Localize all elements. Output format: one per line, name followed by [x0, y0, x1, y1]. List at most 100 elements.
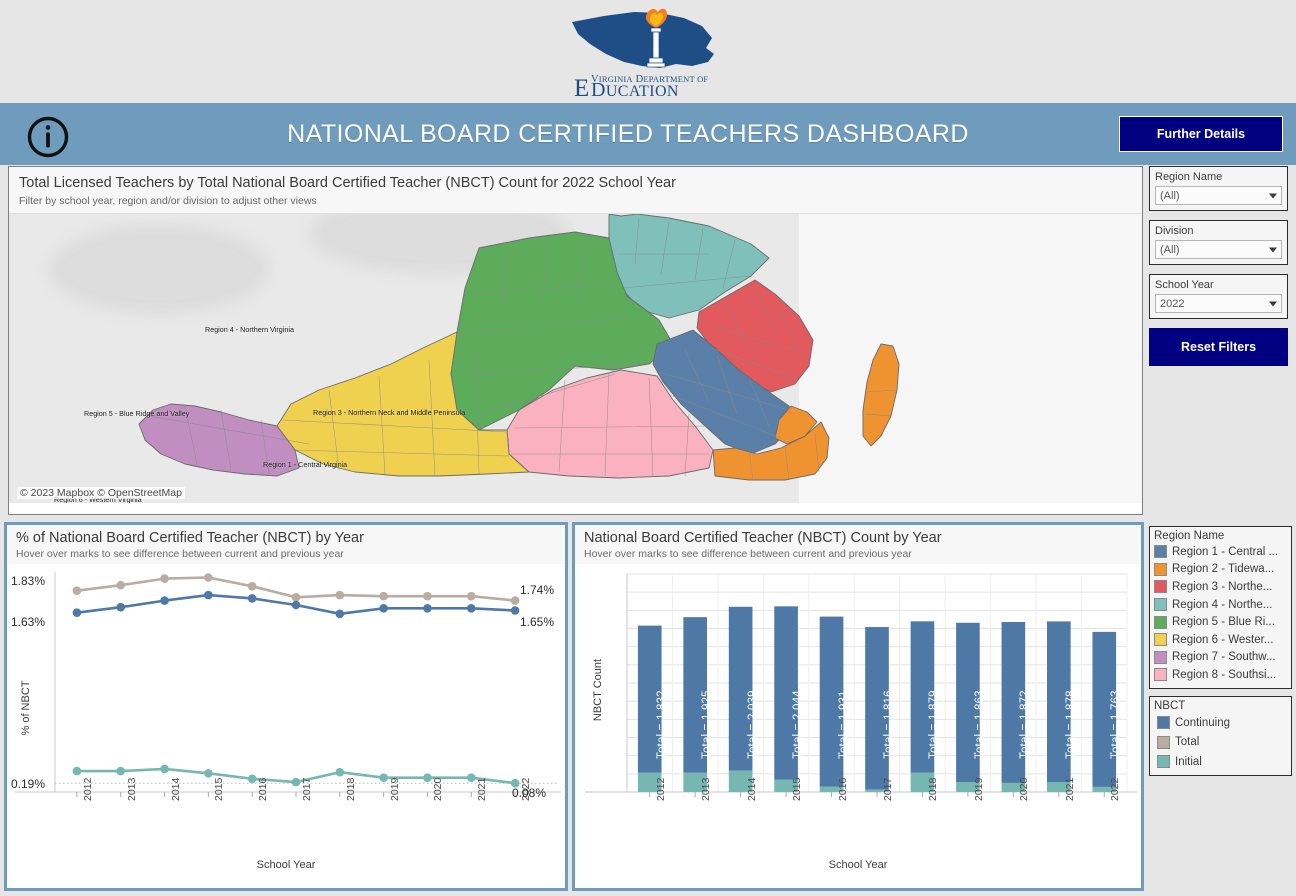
line-data-point[interactable]	[466, 773, 476, 782]
x-tick-label: 2019	[388, 777, 401, 801]
line-data-point[interactable]	[510, 606, 520, 615]
line-data-point[interactable]	[72, 766, 82, 776]
legend-item[interactable]: Total	[1154, 732, 1287, 752]
legend-item[interactable]: Region 3 - Northe...	[1154, 578, 1287, 596]
vdoe-logo-svg: E VIRGINIA DEPARTMENT OF DUCATION	[572, 8, 714, 102]
legend-item-label: Region 4 - Northe...	[1172, 598, 1273, 611]
legend-color-swatch	[1154, 633, 1167, 647]
virginia-region-map[interactable]: Region 4 - Northern Virginia Region 5 - …	[9, 212, 1142, 503]
legend-color-swatch	[1154, 598, 1167, 612]
page-title: NATIONAL BOARD CERTIFIED TEACHERS DASHBO…	[287, 119, 969, 148]
legend-item[interactable]: Region 5 - Blue Ri...	[1154, 613, 1287, 631]
line-data-point[interactable]	[204, 590, 213, 600]
x-tick-label: 2012	[654, 777, 667, 801]
x-tick-label: 2020	[1018, 777, 1031, 801]
line-data-point[interactable]	[291, 593, 301, 602]
line-data-point[interactable]	[379, 604, 388, 613]
line-data-point[interactable]	[72, 608, 82, 617]
line-data-point[interactable]	[379, 773, 388, 782]
legend-item[interactable]: Region 7 - Southw...	[1154, 649, 1287, 667]
line-data-point[interactable]	[335, 767, 345, 777]
map-attribution: © 2023 Mapbox © OpenStreetMap	[17, 486, 185, 499]
line-data-point[interactable]	[116, 602, 126, 612]
line-data-point[interactable]	[291, 600, 301, 610]
line-chart-plot[interactable]: 2012 2013 2014 2015 2016 2017 2018 2019 2020 2021…	[7, 564, 565, 884]
legend-item[interactable]: Region 2 - Tidewa...	[1154, 561, 1287, 579]
line-chart-title: % of National Board Certified Teacher (N…	[16, 530, 364, 546]
x-tick-label: 2014	[745, 777, 758, 801]
line-data-point[interactable]	[379, 591, 388, 601]
bar-total-label: Total = 2,044	[792, 690, 805, 759]
line-data-point[interactable]	[466, 604, 476, 613]
legend-item-label: Region 8 - Southsi...	[1172, 668, 1277, 681]
legend-color-swatch	[1157, 735, 1170, 749]
division-filter-label: Division	[1155, 225, 1194, 237]
line-data-point[interactable]	[335, 590, 345, 600]
chevron-down-icon[interactable]	[1269, 193, 1277, 198]
legend-item[interactable]: Region 4 - Northe...	[1154, 596, 1287, 614]
line-data-point[interactable]	[247, 582, 257, 591]
division-dropdown[interactable]: (All)	[1155, 240, 1282, 259]
legend-color-swatch	[1154, 650, 1167, 664]
info-circle-icon[interactable]	[27, 116, 69, 158]
line-data-point[interactable]	[160, 574, 169, 583]
legend-item-label: Region 3 - Northe...	[1172, 580, 1273, 593]
legend-item-label: Initial	[1175, 755, 1202, 768]
map-title: Total Licensed Teachers by Total Nationa…	[19, 175, 676, 191]
line-value-annotation: 1.83%	[11, 573, 46, 588]
percent-nbct-line-panel: % of National Board Certified Teacher (N…	[4, 522, 568, 891]
legend-item[interactable]: Region 1 - Central ...	[1154, 543, 1287, 561]
legend-color-swatch	[1154, 668, 1167, 682]
line-data-point[interactable]	[423, 773, 432, 782]
region-name-filter-label: Region Name	[1155, 171, 1223, 183]
map-panel: Total Licensed Teachers by Total Nationa…	[8, 166, 1143, 515]
map-subtitle: Filter by school year, region and/or div…	[19, 194, 317, 207]
line-data-point[interactable]	[247, 594, 257, 603]
chevron-down-icon[interactable]	[1269, 301, 1277, 306]
region-name-legend[interactable]: Region Name Region 1 - Central ... Region…	[1149, 526, 1292, 689]
line-data-point[interactable]	[160, 764, 169, 774]
school-year-filter-label: School Year	[1155, 279, 1214, 291]
line-data-point[interactable]	[72, 586, 82, 595]
reset-filters-button[interactable]: Reset Filters	[1149, 328, 1288, 366]
x-tick-label: 2013	[125, 777, 138, 801]
x-tick-label: 2012	[81, 777, 94, 801]
line-data-point[interactable]	[204, 573, 213, 582]
logo-band: E VIRGINIA DEPARTMENT OF DUCATION	[0, 0, 1296, 103]
further-details-button[interactable]: Further Details	[1119, 116, 1283, 152]
bar-chart-plot[interactable]: Total = 1,832 Total = 1,925 Total = 2,039 T…	[575, 564, 1141, 884]
line-data-point[interactable]	[423, 604, 432, 613]
school-year-dropdown[interactable]: 2022	[1155, 294, 1282, 313]
line-data-point[interactable]	[466, 591, 476, 601]
line-data-point[interactable]	[335, 609, 345, 619]
logo-initial: E	[574, 75, 589, 100]
map-regions-svg[interactable]	[9, 213, 1142, 503]
line-y-axis-title: % of NBCT	[20, 680, 32, 736]
legend-item[interactable]: Region 6 - Wester...	[1154, 631, 1287, 649]
region-name-dropdown[interactable]: (All)	[1155, 186, 1282, 205]
line-x-axis-title: School Year	[256, 859, 316, 871]
chevron-down-icon[interactable]	[1269, 247, 1277, 252]
bar-total-label: Total = 1,863	[973, 690, 986, 759]
bar-total-label: Total = 1,879	[928, 690, 941, 759]
bar-total-label: Total = 1,931	[837, 690, 850, 759]
bar-total-label: Total = 1,816	[883, 690, 895, 759]
line-data-point[interactable]	[116, 580, 126, 590]
bar-y-axis-title: NBCT Count	[592, 658, 604, 722]
legend-item[interactable]: Region 8 - Southsi...	[1154, 666, 1287, 684]
line-data-point[interactable]	[116, 766, 126, 776]
line-data-point[interactable]	[160, 596, 169, 605]
region-legend-title: Region Name	[1154, 530, 1225, 542]
legend-item-label: Region 6 - Wester...	[1172, 633, 1274, 646]
legend-item[interactable]: Initial	[1154, 752, 1287, 772]
bar-chart-subtitle: Hover over marks to see difference betwe…	[584, 548, 912, 560]
nbct-legend[interactable]: NBCT Continuing Total Initial	[1149, 695, 1292, 777]
line-data-point[interactable]	[291, 777, 301, 787]
line-chart-header: % of National Board Certified Teacher (N…	[7, 525, 565, 564]
line-data-point[interactable]	[204, 769, 213, 778]
line-data-point[interactable]	[423, 591, 432, 601]
legend-item[interactable]: Continuing	[1154, 713, 1287, 733]
line-data-point[interactable]	[247, 774, 257, 784]
line-data-point[interactable]	[510, 596, 520, 605]
line-value-annotation: 0.08%	[512, 786, 547, 801]
